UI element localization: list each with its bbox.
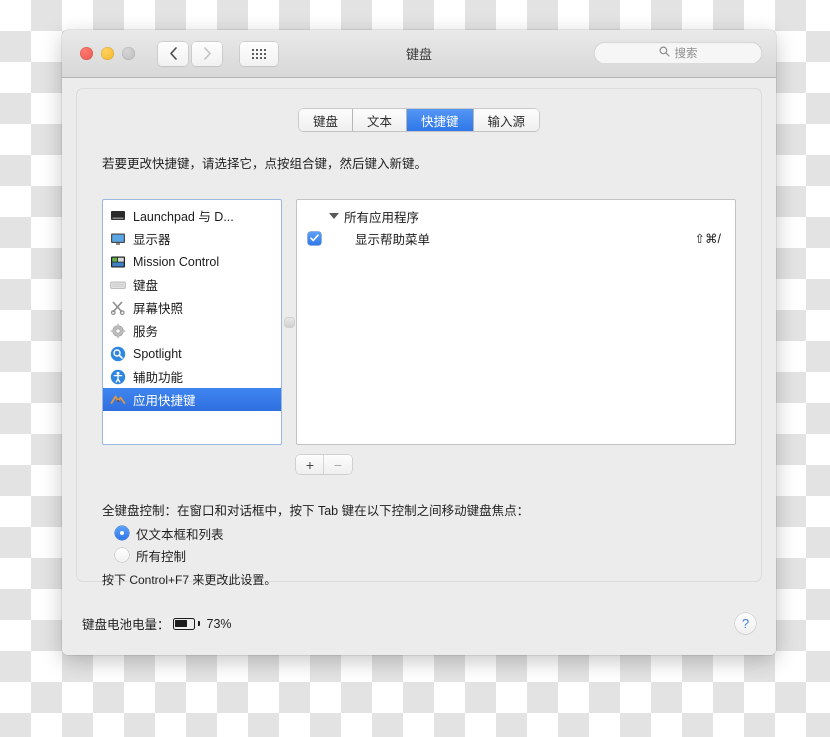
battery-icon <box>172 617 195 630</box>
navigation-buttons <box>158 41 222 66</box>
radio-label: 所有控制 <box>136 549 187 564</box>
remove-shortcut-button[interactable]: − <box>324 455 352 474</box>
battery-cap-icon <box>197 621 200 626</box>
sidebar-item-label: 屏幕快照 <box>133 302 184 316</box>
zoom-button[interactable] <box>122 47 135 60</box>
sidebar-item-label: 键盘 <box>133 279 159 293</box>
battery-fill <box>175 620 188 627</box>
sidebar-item-label: Mission Control <box>133 254 220 269</box>
mission-control-icon <box>110 254 126 270</box>
instruction-text: 若要更改快捷键，请选择它，点按组合键，然后键入新键。 <box>102 157 428 171</box>
system-preferences-window: 键盘 搜索 键盘 文本 快捷键 输入源 若要更改快捷键，请选择它，点按组合键，然… <box>62 30 776 655</box>
minimize-button[interactable] <box>101 47 114 60</box>
shortcut-list[interactable]: 所有应用程序 显示帮助菜单 ⇧⌘/ <box>296 199 736 445</box>
sidebar-item-label: 服务 <box>133 325 159 339</box>
tab-bar: 键盘 文本 快捷键 输入源 <box>298 109 540 131</box>
shortcut-row[interactable]: 显示帮助菜单 ⇧⌘/ <box>297 226 735 250</box>
radio-button-icon[interactable] <box>115 548 129 562</box>
tab-keyboard[interactable]: 键盘 <box>298 109 353 131</box>
sidebar-item-display[interactable]: 显示器 <box>103 227 281 250</box>
back-button[interactable] <box>158 41 188 66</box>
services-gear-icon <box>110 323 126 339</box>
screenshot-icon <box>110 300 126 316</box>
search-field[interactable]: 搜索 <box>594 42 762 64</box>
tab-shortcuts[interactable]: 快捷键 <box>407 109 474 131</box>
sidebar-item-screenshots[interactable]: 屏幕快照 <box>103 296 281 319</box>
help-button[interactable]: ? <box>735 613 756 634</box>
search-icon <box>659 44 670 62</box>
show-all-button[interactable] <box>240 41 278 66</box>
shortcut-checkbox[interactable] <box>308 231 321 245</box>
tab-text[interactable]: 文本 <box>352 109 407 131</box>
shortcuts-split-view: Launchpad 与 D... 显示器 Mission Control 键盘 … <box>102 199 736 445</box>
close-button[interactable] <box>80 47 93 60</box>
full-keyboard-access-options: 仅文本框和列表 所有控制 <box>115 522 224 566</box>
accessibility-icon <box>110 369 126 385</box>
battery-percent: 73% <box>206 616 232 631</box>
sidebar-item-keyboard[interactable]: 键盘 <box>103 273 281 296</box>
radio-text-boxes-and-lists[interactable]: 仅文本框和列表 <box>115 522 224 544</box>
sidebar-item-label: 显示器 <box>133 233 171 247</box>
shortcut-label: 显示帮助菜单 <box>355 232 431 247</box>
preferences-panel: 键盘 文本 快捷键 输入源 若要更改快捷键，请选择它，点按组合键，然后键入新键。… <box>77 89 761 587</box>
add-shortcut-button[interactable]: + <box>296 455 324 474</box>
sidebar-item-label: 辅助功能 <box>133 371 184 385</box>
spotlight-icon <box>110 346 126 362</box>
sidebar-item-spotlight[interactable]: Spotlight <box>103 342 281 365</box>
tab-bar-wrapper: 键盘 文本 快捷键 输入源 <box>77 109 761 131</box>
sidebar-item-accessibility[interactable]: 辅助功能 <box>103 365 281 388</box>
radio-all-controls[interactable]: 所有控制 <box>115 544 224 566</box>
sidebar-item-label: 应用快捷键 <box>133 394 196 408</box>
radio-button-selected-icon[interactable] <box>115 526 129 540</box>
sidebar-item-label: Launchpad 与 D... <box>133 210 234 224</box>
list-edit-buttons: + − <box>296 455 352 474</box>
battery-label: 键盘电池电量： <box>82 618 170 632</box>
show-all-icon <box>252 48 266 59</box>
app-shortcuts-icon <box>110 392 126 408</box>
back-icon <box>169 47 178 60</box>
sidebar-item-label: Spotlight <box>133 346 182 361</box>
sidebar-item-app-shortcuts[interactable]: 应用快捷键 <box>103 388 281 411</box>
launchpad-dock-icon <box>110 208 126 224</box>
sidebar-item-services[interactable]: 服务 <box>103 319 281 342</box>
display-icon <box>110 231 126 247</box>
keyboard-icon <box>110 277 126 293</box>
window-footer: 键盘电池电量： 73% ? <box>62 592 776 655</box>
window-body: 键盘 文本 快捷键 输入源 若要更改快捷键，请选择它，点按组合键，然后键入新键。… <box>62 78 776 655</box>
split-view-divider[interactable] <box>282 199 296 445</box>
shortcut-group-row[interactable]: 所有应用程序 <box>297 206 735 226</box>
forward-button[interactable] <box>192 41 222 66</box>
traffic-light-buttons <box>80 47 135 60</box>
full-keyboard-access-title: 全键盘控制：在窗口和对话框中，按下 Tab 键在以下控制之间移动键盘焦点： <box>102 504 530 518</box>
sidebar-item-launchpad-dock[interactable]: Launchpad 与 D... <box>103 204 281 227</box>
forward-icon <box>203 47 212 60</box>
shortcut-category-list[interactable]: Launchpad 与 D... 显示器 Mission Control 键盘 … <box>102 199 282 445</box>
radio-label: 仅文本框和列表 <box>136 527 224 542</box>
full-keyboard-access-hint: 按下 Control+F7 来更改此设置。 <box>102 573 277 587</box>
battery-indicator <box>172 617 200 630</box>
sidebar-item-mission-control[interactable]: Mission Control <box>103 250 281 273</box>
shortcut-key-combo[interactable]: ⇧⌘/ <box>695 231 721 246</box>
shortcut-group-label: 所有应用程序 <box>344 210 420 225</box>
search-placeholder: 搜索 <box>674 48 698 60</box>
tab-input-sources[interactable]: 输入源 <box>473 109 540 131</box>
split-view-grip[interactable] <box>284 317 294 327</box>
window-titlebar: 键盘 搜索 <box>62 30 776 78</box>
chevron-down-icon[interactable] <box>329 213 339 219</box>
